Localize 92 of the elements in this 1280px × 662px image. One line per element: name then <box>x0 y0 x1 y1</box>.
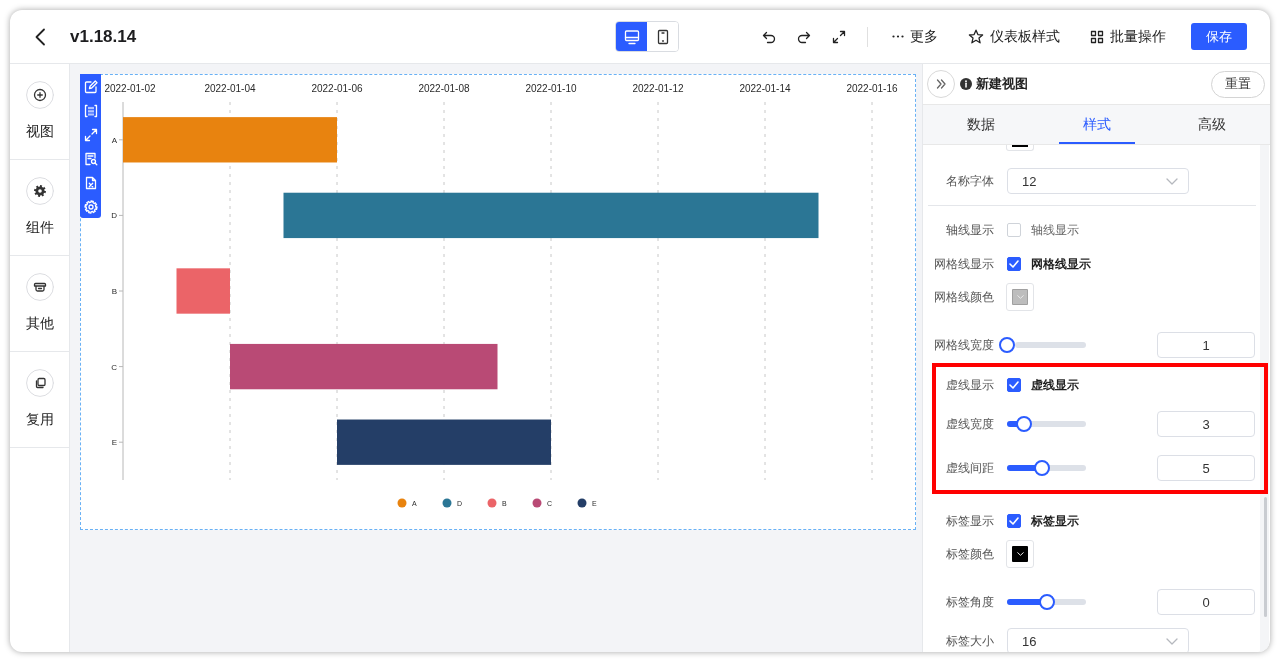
field-label: 虚线宽度 <box>945 415 994 433</box>
field-label: 标签大小 <box>945 632 994 650</box>
dropdown[interactable]: 16 <box>1007 628 1189 652</box>
sidebar-item[interactable]: 视图 <box>10 64 69 160</box>
field-label: 标签角度 <box>945 593 994 611</box>
grid-icon <box>1090 29 1104 44</box>
chevron-down-icon <box>1016 295 1024 299</box>
slider-track <box>1015 342 1086 348</box>
batch-operation-button[interactable]: 批量操作 <box>1090 22 1166 51</box>
monitor-icon <box>623 28 640 45</box>
slider-handle[interactable] <box>1016 416 1033 432</box>
field-label: 标签颜色 <box>945 545 994 563</box>
category-label: C <box>111 362 117 372</box>
field-label: 轴线显示 <box>945 221 994 239</box>
tab[interactable]: 高级 <box>1154 105 1270 144</box>
save-button[interactable]: 保存 <box>1191 23 1247 50</box>
field-label: 网格线宽度 <box>933 336 994 354</box>
chevron-down-icon <box>1016 552 1024 556</box>
scrollbar-thumb[interactable] <box>1264 497 1267 617</box>
ellipsis-icon <box>892 35 904 38</box>
checkbox-label: 网格线显示 <box>1031 255 1091 273</box>
chevron-down-icon <box>1166 637 1178 645</box>
bar <box>176 268 230 314</box>
number-input[interactable]: 0 <box>1157 589 1255 615</box>
copy-icon <box>25 369 54 397</box>
checkbox-label: 虚线显示 <box>1031 376 1079 394</box>
fullscreen-icon[interactable] <box>832 29 846 44</box>
checkbox[interactable] <box>1007 257 1021 271</box>
date-axis-label: 2022-01-10 <box>525 83 577 94</box>
category-label: A <box>111 135 117 145</box>
field-label: 虚线间距 <box>945 459 994 477</box>
checkmark-icon <box>1009 260 1019 268</box>
edit-icon[interactable] <box>83 80 98 94</box>
checkmark-icon <box>1009 381 1019 389</box>
desktop-view-button[interactable] <box>616 22 647 51</box>
back-icon[interactable] <box>34 27 46 46</box>
date-axis-label: 2022-01-12 <box>632 83 684 94</box>
tab[interactable]: 数据 <box>923 105 1039 144</box>
date-axis-label: 2022-01-16 <box>846 83 898 94</box>
box-icon <box>25 273 54 301</box>
category-label: B <box>111 287 117 296</box>
sidebar-item[interactable]: 复用 <box>10 352 69 448</box>
collapse-button[interactable] <box>927 70 955 98</box>
double-chevron-icon <box>935 78 947 90</box>
color-picker[interactable] <box>1006 283 1034 311</box>
color-picker[interactable] <box>1006 145 1034 151</box>
category-label: D <box>111 211 117 221</box>
checkbox-label: 轴线显示 <box>1031 221 1079 239</box>
panel-title: 新建视图 <box>976 75 1028 93</box>
checkbox[interactable] <box>1007 514 1021 528</box>
date-axis-label: 2022-01-08 <box>418 83 470 94</box>
number-input[interactable]: 5 <box>1157 455 1255 481</box>
settings-icon[interactable] <box>83 200 98 214</box>
document-close-icon[interactable] <box>83 176 98 190</box>
undo-icon[interactable] <box>762 29 776 44</box>
dotted-grid-icon[interactable] <box>83 104 98 118</box>
dropdown[interactable]: 12 <box>1007 168 1189 194</box>
date-axis-label: 2022-01-14 <box>739 83 791 94</box>
slider-handle[interactable] <box>1038 594 1055 610</box>
document-search-icon[interactable] <box>83 152 98 166</box>
dashboard-style-button[interactable]: 仪表板样式 <box>968 22 1060 51</box>
field-label: 虚线显示 <box>945 376 994 394</box>
sidebar-item[interactable]: 其他 <box>10 256 69 352</box>
slider-handle[interactable] <box>1033 460 1050 476</box>
redo-icon[interactable] <box>797 29 811 44</box>
number-input[interactable]: 3 <box>1157 411 1255 437</box>
reset-button[interactable]: 重置 <box>1211 70 1265 98</box>
expand-icon[interactable] <box>83 128 98 142</box>
field-label: 网格线显示 <box>933 255 994 273</box>
sidebar-item[interactable]: 组件 <box>10 160 69 256</box>
color-picker[interactable] <box>1006 540 1034 568</box>
field-label: 网格线颜色 <box>933 288 994 306</box>
more-button[interactable]: 更多 <box>892 22 938 51</box>
gear-icon <box>25 177 54 205</box>
category-label: E <box>111 438 117 448</box>
dashboard-title: v1.18.14 <box>70 26 137 47</box>
date-axis-label: 2022-01-02 <box>104 83 156 94</box>
number-input[interactable]: 1 <box>1157 332 1255 358</box>
field-label: 名称字体 <box>945 172 994 190</box>
info-icon <box>960 78 972 90</box>
checkbox-label: 标签显示 <box>1031 512 1079 530</box>
scrollbar[interactable] <box>1260 145 1269 652</box>
slider-handle[interactable] <box>999 337 1015 353</box>
checkbox[interactable] <box>1007 378 1021 392</box>
date-axis-label: 2022-01-06 <box>311 83 363 94</box>
chevron-down-icon <box>1166 177 1178 185</box>
date-axis-label: 2022-01-04 <box>204 83 256 94</box>
field-label: 标签显示 <box>945 512 994 530</box>
checkmark-icon <box>1009 517 1019 525</box>
plus-circle-icon <box>25 81 54 109</box>
tab[interactable]: 样式 <box>1038 105 1155 144</box>
star-icon <box>968 28 984 45</box>
